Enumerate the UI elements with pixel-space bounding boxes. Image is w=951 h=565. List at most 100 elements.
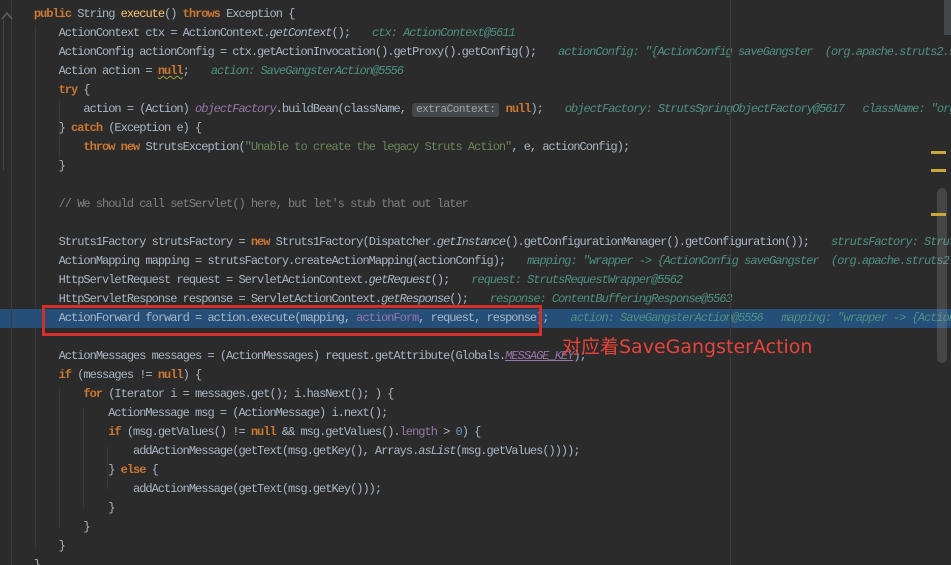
error-stripe-mark[interactable] <box>931 169 946 172</box>
code-token <box>9 387 83 401</box>
code-token: getContext <box>269 26 331 40</box>
code-token: new <box>121 140 140 154</box>
scrollbar-top-strip <box>944 0 951 35</box>
code-line[interactable]: } <box>0 556 951 565</box>
code-token: } <box>9 121 71 135</box>
code-token: ActionMapping mapping = strutsFactory.cr… <box>9 254 505 268</box>
code-line[interactable]: if (msg.getValues() != null && msg.getVa… <box>0 423 951 442</box>
code-token: objectFactory <box>195 102 276 116</box>
code-token: (); <box>449 292 468 306</box>
code-line[interactable]: try { <box>0 81 951 100</box>
code-token: ActionConfig actionConfig = ctx.getActio… <box>9 45 536 59</box>
code-line[interactable]: throw new StrutsException("Unable to cre… <box>0 138 951 157</box>
error-stripe-mark[interactable] <box>931 213 946 216</box>
code-line[interactable]: addActionMessage(getText(msg.getKey(), A… <box>0 442 951 461</box>
code-token <box>9 140 83 154</box>
right-margin-guide <box>730 0 731 565</box>
code-token: Exception { <box>220 7 294 21</box>
debug-inline-value: request: StrutsRequestWrapper@5562 <box>471 273 682 287</box>
code-token: if <box>108 425 120 439</box>
annotation-text: 对应着SaveGangsterAction <box>562 336 812 358</box>
code-token: (msg.getValues() != <box>121 425 251 439</box>
code-line[interactable]: } <box>0 518 951 537</box>
code-token: } <box>9 520 90 534</box>
code-token: StrutsException( <box>139 140 244 154</box>
code-token: ().getConfigurationManager().getConfigur… <box>505 235 809 249</box>
code-token: Struts1Factory strutsFactory = <box>9 235 251 249</box>
code-token: ; <box>183 64 189 78</box>
fold-collapse-icon[interactable] <box>0 6 14 22</box>
code-token: { <box>77 83 89 97</box>
code-line[interactable] <box>0 176 951 195</box>
code-line[interactable]: ActionMessage msg = (ActionMessage) i.ne… <box>0 404 951 423</box>
code-line[interactable]: } else { <box>0 461 951 480</box>
code-line[interactable]: } catch (Exception e) { <box>0 119 951 138</box>
code-token: null <box>251 425 276 439</box>
code-token: HttpServletResponse response = ServletAc… <box>9 292 381 306</box>
code-area[interactable]: public String execute() throws Exception… <box>9 5 951 565</box>
annotation-red-box <box>42 305 542 336</box>
code-line[interactable]: HttpServletRequest request = ServletActi… <box>0 271 951 290</box>
debug-inline-value: mapping: "wrapper -> {ActionConfig saveG… <box>527 254 951 268</box>
code-token: execute <box>121 7 164 21</box>
code-token: length <box>400 425 437 439</box>
code-line[interactable]: } <box>0 537 951 556</box>
code-line[interactable]: ActionContext ctx = ActionContext.getCon… <box>0 24 951 43</box>
code-token: .buildBean(className, <box>276 102 412 116</box>
code-token: Action action = <box>9 64 158 78</box>
code-token: getResponse <box>381 292 449 306</box>
code-line[interactable] <box>0 214 951 233</box>
code-token: null <box>158 64 183 78</box>
code-token: } <box>9 463 121 477</box>
code-token: null <box>506 102 531 116</box>
code-token: ActionMessage msg = (ActionMessage) i.ne… <box>9 406 387 420</box>
code-token: (messages != <box>71 368 158 382</box>
code-token: (); <box>431 273 450 287</box>
code-token: else <box>121 463 146 477</box>
code-line[interactable]: addActionMessage(getText(msg.getKey())); <box>0 480 951 499</box>
code-token: // We should call setServlet() here, but… <box>59 197 468 211</box>
code-token: HttpServletRequest request = ServletActi… <box>9 273 369 287</box>
debug-inline-value: actionConfig: "{ActionConfig saveGangste… <box>558 45 951 59</box>
code-line[interactable]: public String execute() throws Exception… <box>0 5 951 24</box>
code-line[interactable]: Struts1Factory strutsFactory = new Strut… <box>0 233 951 252</box>
debug-inline-value: response: ContentBufferingResponse@5563 <box>490 292 732 306</box>
code-token: && msg.getValues(). <box>276 425 400 439</box>
code-token: "Unable to create the legacy Struts Acti… <box>245 140 512 154</box>
debug-inline-value: action: SaveGangsterAction@5556 <box>211 64 403 78</box>
code-token: throw <box>83 140 114 154</box>
gutter-separator <box>11 0 12 565</box>
code-token: ActionMessages messages = (ActionMessage… <box>9 349 505 363</box>
fold-region-line <box>3 20 4 170</box>
code-token <box>9 368 59 382</box>
code-token: ); <box>530 102 542 116</box>
code-line[interactable]: } <box>0 157 951 176</box>
code-line[interactable]: for (Iterator i = messages.get(); i.hasN… <box>0 385 951 404</box>
code-token: String <box>71 7 121 21</box>
code-line[interactable]: // We should call setServlet() here, but… <box>0 195 951 214</box>
code-token: (msg.getValues()))); <box>456 444 580 458</box>
code-token: () <box>164 7 183 21</box>
code-line[interactable]: action = (Action) objectFactory.buildBea… <box>0 100 951 119</box>
code-line[interactable]: if (messages != null) { <box>0 366 951 385</box>
error-stripe-mark[interactable] <box>931 151 946 154</box>
code-token: } <box>9 501 114 515</box>
code-token: action = (Action) <box>9 102 195 116</box>
debug-inline-value: strutsFactory: Struts1Fac <box>831 235 951 249</box>
code-token: ActionContext ctx = ActionContext. <box>9 26 269 40</box>
editor-root[interactable]: public String execute() throws Exception… <box>0 0 951 565</box>
code-token <box>9 197 59 211</box>
code-token: ) { <box>183 368 202 382</box>
code-token: if <box>59 368 71 382</box>
debug-inline-value: objectFactory: StrutsSpringObjectFactory… <box>565 102 951 116</box>
code-token: catch <box>71 121 102 135</box>
code-line[interactable]: Action action = null; action: SaveGangste… <box>0 62 951 81</box>
code-token: for <box>83 387 102 401</box>
code-token: try <box>59 83 78 97</box>
param-hint-pill: extraContext: <box>412 103 499 117</box>
code-line[interactable]: ActionMapping mapping = strutsFactory.cr… <box>0 252 951 271</box>
code-token: asList <box>418 444 455 458</box>
code-line[interactable]: } <box>0 499 951 518</box>
code-token: (Exception e) { <box>102 121 201 135</box>
code-line[interactable]: ActionConfig actionConfig = ctx.getActio… <box>0 43 951 62</box>
